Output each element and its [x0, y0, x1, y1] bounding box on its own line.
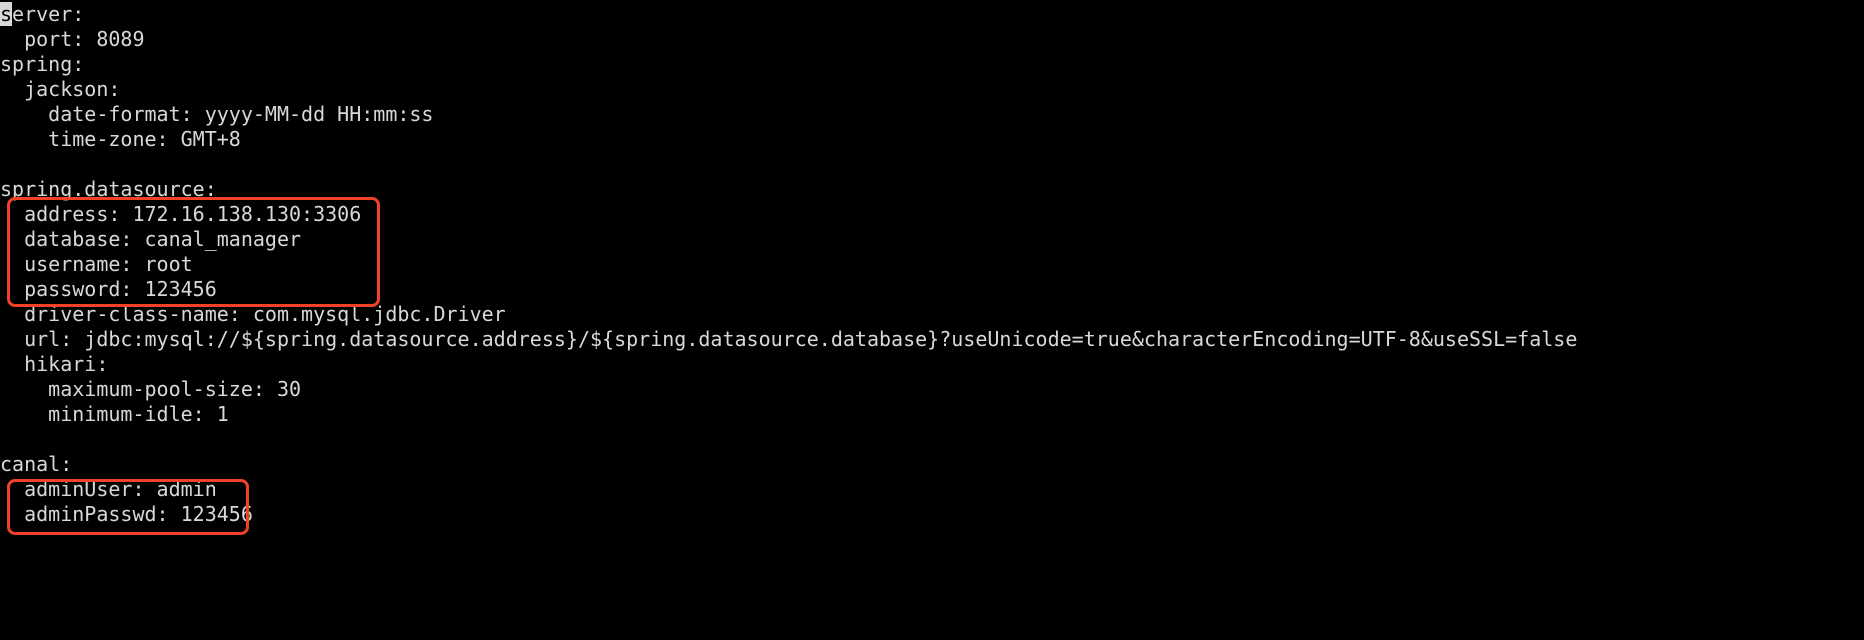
config-line-hikari: hikari: — [0, 352, 1864, 377]
config-line-admin-user: adminUser: admin — [0, 477, 1864, 502]
config-line-blank-2 — [0, 427, 1864, 452]
config-line-server: server: — [0, 2, 1864, 27]
config-line-max-pool: maximum-pool-size: 30 — [0, 377, 1864, 402]
config-line-blank — [0, 152, 1864, 177]
config-line-port: port: 8089 — [0, 27, 1864, 52]
config-line-address: address: 172.16.138.130:3306 — [0, 202, 1864, 227]
config-line-admin-passwd: adminPasswd: 123456 — [0, 502, 1864, 527]
config-line-time-zone: time-zone: GMT+8 — [0, 127, 1864, 152]
config-line-canal: canal: — [0, 452, 1864, 477]
config-line-driver-class: driver-class-name: com.mysql.jdbc.Driver — [0, 302, 1864, 327]
config-line-username: username: root — [0, 252, 1864, 277]
config-line-jackson: jackson: — [0, 77, 1864, 102]
config-line-datasource: spring.datasource: — [0, 177, 1864, 202]
config-line-min-idle: minimum-idle: 1 — [0, 402, 1864, 427]
config-line-password: password: 123456 — [0, 277, 1864, 302]
config-text: erver: — [12, 2, 84, 26]
config-line-url: url: jdbc:mysql://${spring.datasource.ad… — [0, 327, 1864, 352]
config-line-spring: spring: — [0, 52, 1864, 77]
editor-cursor: s — [0, 2, 12, 26]
config-line-date-format: date-format: yyyy-MM-dd HH:mm:ss — [0, 102, 1864, 127]
config-line-database: database: canal_manager — [0, 227, 1864, 252]
